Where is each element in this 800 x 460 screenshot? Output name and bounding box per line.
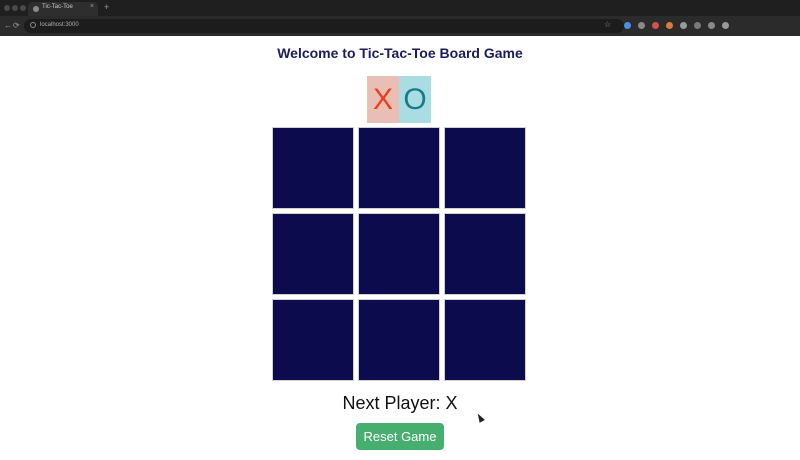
back-icon[interactable]: ← — [4, 21, 12, 30]
tab-favicon-icon — [33, 6, 39, 12]
player-o-symbol: O — [399, 76, 431, 123]
new-tab-icon[interactable]: + — [104, 2, 109, 12]
next-player-status: Next Player: X — [342, 393, 458, 413]
player-symbols: X O — [367, 76, 431, 123]
player-x-symbol: X — [367, 76, 399, 123]
board-cell[interactable] — [444, 299, 526, 381]
extension-icon[interactable] — [722, 22, 729, 29]
extension-icon[interactable] — [624, 22, 631, 29]
window-minimize-dot[interactable] — [12, 5, 18, 11]
address-url: localhost:3000 — [40, 22, 79, 28]
reset-game-button[interactable]: Reset Game — [356, 423, 444, 450]
extension-icon[interactable] — [680, 22, 687, 29]
window-maximize-dot[interactable] — [20, 5, 26, 11]
extension-icon[interactable] — [708, 22, 715, 29]
reload-icon[interactable]: ⟳ — [13, 21, 20, 30]
tab-close-icon[interactable]: × — [90, 3, 94, 10]
browser-tab-bar: Tic-Tac-Toe × + — [0, 0, 800, 16]
extension-icon[interactable] — [652, 22, 659, 29]
board-cell[interactable] — [444, 127, 526, 209]
address-bar[interactable]: localhost:3000 — [24, 19, 624, 33]
page-title: Welcome to Tic-Tac-Toe Board Game — [277, 45, 523, 61]
board-cell[interactable] — [272, 299, 354, 381]
extension-icon[interactable] — [638, 22, 645, 29]
bookmark-star-icon[interactable]: ☆ — [604, 20, 611, 29]
board-cell[interactable] — [444, 213, 526, 295]
window-close-dot[interactable] — [4, 5, 10, 11]
board-cell[interactable] — [272, 213, 354, 295]
board-cell[interactable] — [358, 127, 440, 209]
extension-icon[interactable] — [694, 22, 701, 29]
tab-title: Tic-Tac-Toe — [42, 4, 73, 10]
board-cell[interactable] — [358, 213, 440, 295]
board-cell[interactable] — [358, 299, 440, 381]
browser-tab[interactable]: Tic-Tac-Toe × — [28, 2, 98, 16]
extension-icon[interactable] — [666, 22, 673, 29]
site-info-icon[interactable] — [30, 22, 36, 28]
game-board — [272, 127, 528, 383]
board-cell[interactable] — [272, 127, 354, 209]
